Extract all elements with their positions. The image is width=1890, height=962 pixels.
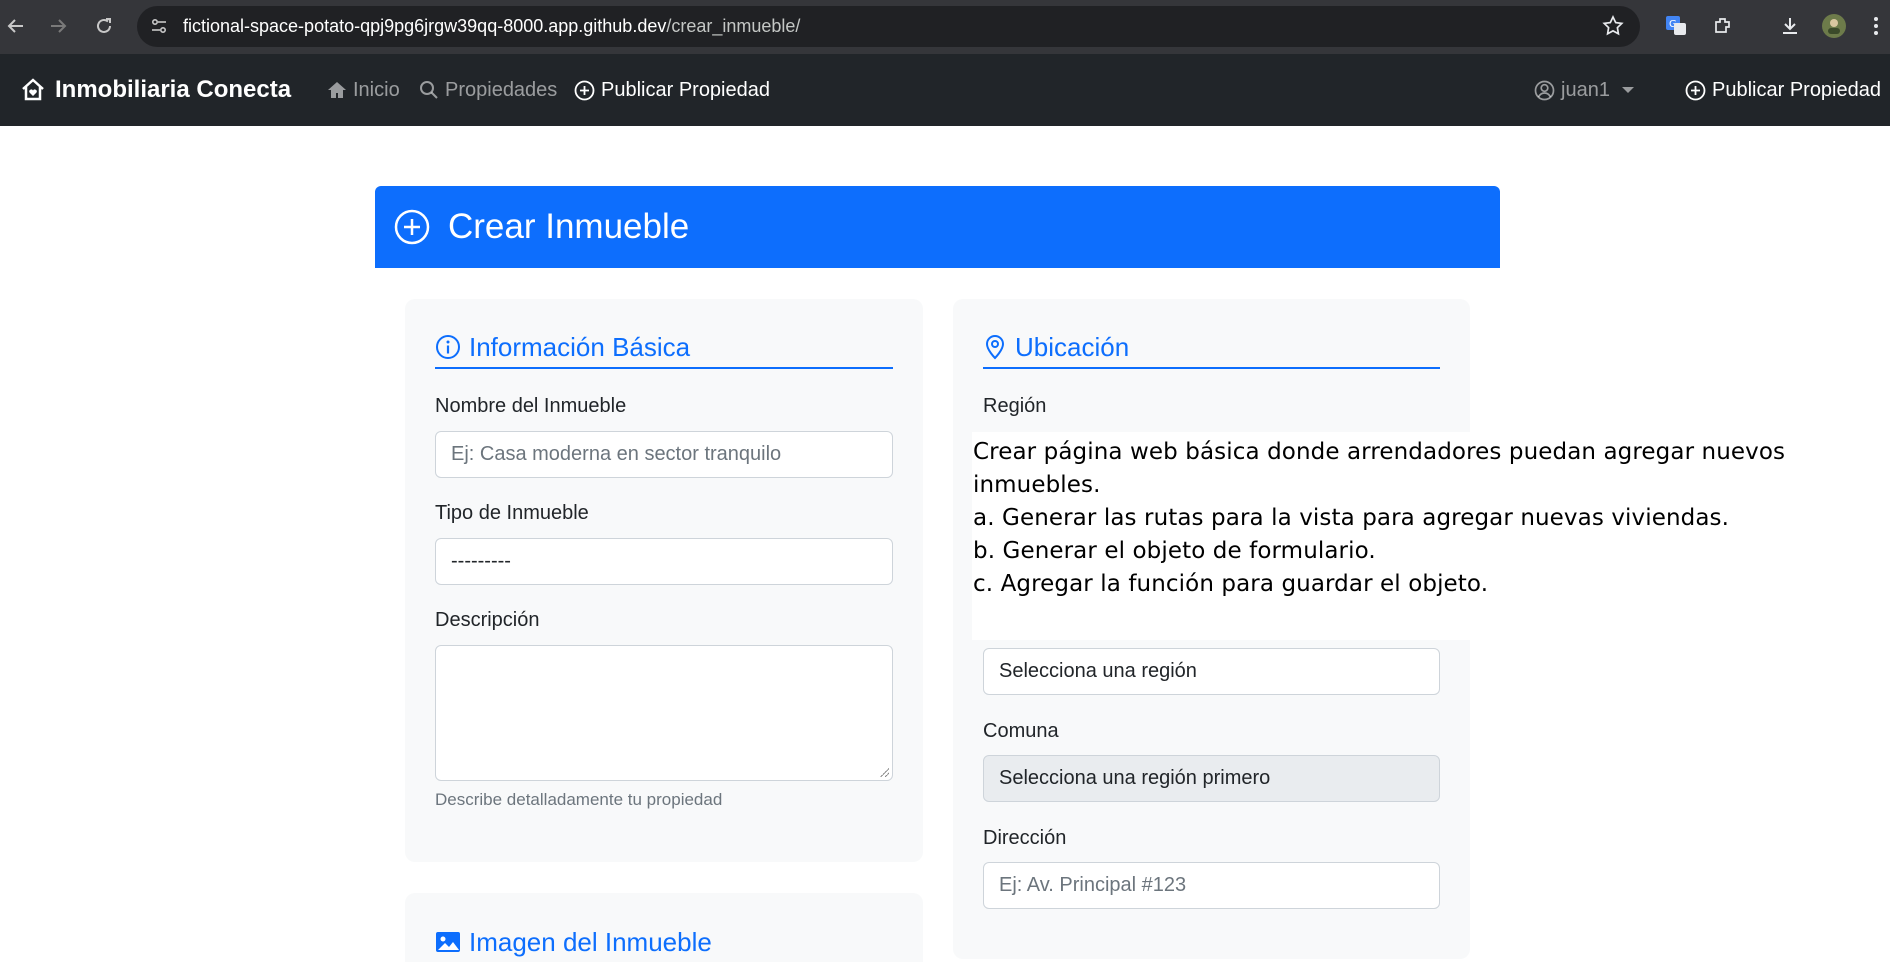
nav-link-propiedades[interactable]: Propiedades [419, 54, 557, 126]
reload-icon[interactable] [90, 12, 118, 40]
nav-link-label: Propiedades [445, 78, 558, 101]
user-dropdown[interactable]: juan1 [1534, 54, 1634, 126]
house-heart-icon [22, 78, 44, 101]
note-line: a. Generar las rutas para la vista para … [973, 505, 1730, 531]
browser-toolbar: fictional-space-potato-qpj9pg6jrgw39qq-8… [0, 0, 1890, 54]
overlay-task-note: Crear página web básica donde arrendador… [972, 432, 1786, 640]
nav-link-label: Inicio [353, 78, 400, 101]
brand-link[interactable]: Inmobiliaria Conecta [20, 54, 291, 126]
card-title-text: Información Básica [469, 331, 691, 362]
note-line: inmuebles. [973, 472, 1101, 498]
note-line: c. Agregar la función para guardar el ob… [973, 571, 1489, 597]
nav-link-publicar[interactable]: Publicar Propiedad [574, 54, 770, 126]
note-line: Crear página web básica donde arrendador… [973, 439, 1786, 465]
translate-icon[interactable]: G [1662, 12, 1690, 40]
download-icon[interactable] [1776, 12, 1804, 40]
url-host: fictional-space-potato-qpj9pg6jrgw39qq-8… [183, 16, 667, 36]
page-header: Crear Inmueble [375, 186, 1500, 268]
basic-info-card: Información Básica Nombre del Inmueble E… [405, 299, 923, 862]
region-label: Región [983, 395, 1047, 417]
back-arrow-icon[interactable] [2, 12, 30, 40]
house-icon [328, 82, 346, 98]
profile-avatar[interactable] [1820, 12, 1848, 40]
brand-name: Inmobiliaria Conecta [55, 76, 292, 103]
image-icon [436, 932, 460, 952]
search-icon [420, 81, 438, 99]
name-label: Nombre del Inmueble [435, 395, 627, 417]
address-bar[interactable]: fictional-space-potato-qpj9pg6jrgw39qq-8… [137, 6, 1640, 47]
location-pin-icon [985, 335, 1005, 360]
nav-link-label: Publicar Propiedad [1712, 78, 1881, 101]
browser-menu-icon[interactable] [1862, 12, 1890, 40]
page-title: Crear Inmueble [448, 207, 690, 246]
plus-circle-icon [1685, 80, 1706, 100]
user-name: juan1 [1561, 78, 1610, 101]
type-label: Tipo de Inmueble [435, 502, 589, 524]
url-text: fictional-space-potato-qpj9pg6jrgw39qq-8… [183, 6, 800, 47]
info-circle-icon [436, 335, 460, 359]
bookmark-star-icon[interactable] [1599, 12, 1627, 40]
nav-link-publicar-right[interactable]: Publicar Propiedad [1685, 54, 1881, 126]
address-input[interactable]: Ej: Av. Principal #123 [983, 862, 1440, 909]
comuna-label: Comuna [983, 720, 1059, 742]
nav-link-inicio[interactable]: Inicio [327, 54, 400, 126]
property-name-input[interactable]: Ej: Casa moderna en sector tranquilo [435, 431, 893, 478]
property-type-select[interactable]: --------- [435, 538, 893, 585]
description-help-text: Describe detalladamente tu propiedad [435, 790, 723, 809]
chevron-down-icon [1621, 87, 1634, 93]
nav-link-label: Publicar Propiedad [601, 78, 770, 101]
image-card: Imagen del Inmueble [405, 893, 923, 962]
card-title-text: Imagen del Inmueble [469, 926, 712, 957]
location-title: Ubicación [983, 327, 1440, 369]
description-label: Descripción [435, 609, 540, 631]
note-line: b. Generar el objeto de formulario. [973, 538, 1376, 564]
region-select[interactable]: Selecciona una región [983, 648, 1440, 695]
site-navbar: Inmobiliaria Conecta Inicio Propiedades … [0, 54, 1890, 126]
image-card-title: Imagen del Inmueble [435, 921, 893, 962]
url-path: /crear_inmueble/ [666, 16, 801, 36]
site-settings-icon[interactable] [145, 12, 173, 40]
card-title-text: Ubicación [1015, 331, 1130, 362]
address-label: Dirección [983, 827, 1067, 849]
comuna-select: Selecciona una región primero [983, 755, 1440, 802]
forward-arrow-icon[interactable] [44, 12, 72, 40]
plus-circle-icon [394, 209, 430, 245]
plus-circle-icon [574, 80, 595, 100]
basic-info-title: Información Básica [435, 327, 893, 369]
resize-handle-icon[interactable] [880, 768, 889, 777]
description-textarea[interactable] [435, 645, 893, 781]
user-circle-icon [1534, 80, 1555, 100]
extensions-icon[interactable] [1709, 12, 1737, 40]
